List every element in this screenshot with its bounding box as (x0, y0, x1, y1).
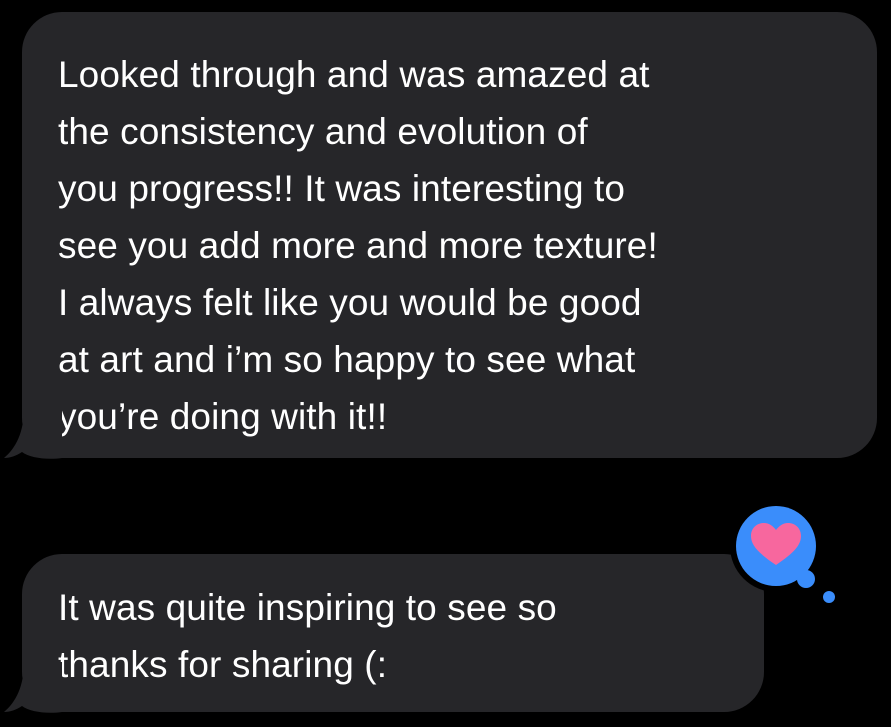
received-message-bubble[interactable]: It was quite inspiring to see so thanks … (22, 554, 764, 712)
message-text-line: It was quite inspiring to see so (58, 587, 557, 628)
message-text-line: you progress!! It was interesting to (58, 168, 626, 209)
message-text-line: you’re doing with it!! (58, 396, 388, 437)
message-text-line: at art and i’m so happy to see what (58, 339, 636, 380)
heart-reaction-badge[interactable] (718, 499, 838, 609)
received-message-bubble[interactable]: Looked through and was amazed at the con… (22, 12, 877, 458)
bubble-tail (4, 662, 62, 713)
bubble-tail (4, 408, 62, 459)
message-text-line: the consistency and evolution of (58, 111, 588, 152)
message-text-line: I always felt like you would be good (58, 282, 642, 323)
message-text-line: thanks for sharing (: (58, 644, 388, 685)
message-text-line: Looked through and was amazed at (58, 54, 650, 95)
message-text-line: see you add more and more texture! (58, 225, 658, 266)
